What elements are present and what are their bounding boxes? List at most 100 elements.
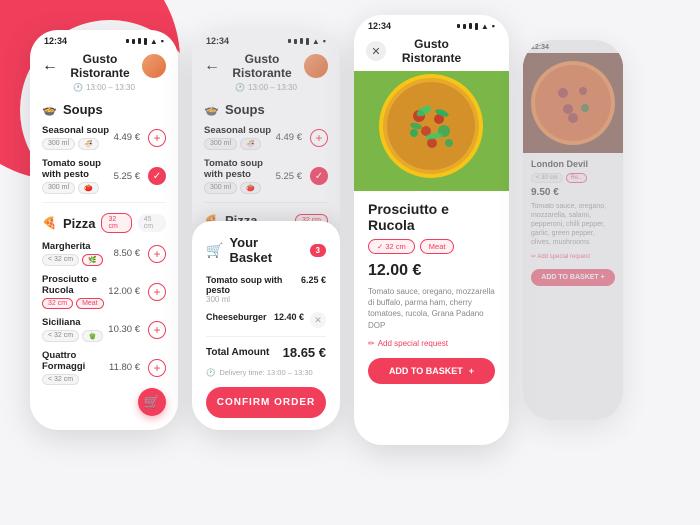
soup-2-2-check[interactable]: ✓ (310, 167, 328, 185)
soup-2-price: 5.25 € (114, 171, 140, 182)
back-button-1[interactable]: ← (42, 57, 58, 75)
soup-2-1-icon: 🍜 (240, 138, 261, 150)
signal-2-4 (306, 38, 309, 45)
status-icons-3: ▲ ▪ (457, 21, 495, 31)
divider-1 (42, 202, 166, 203)
signal-3-1 (457, 24, 460, 28)
clock-icon: 🕐 (206, 368, 215, 377)
product-sizes: ✓ 32 cm Meat (368, 239, 495, 254)
pizza-1-price: 8.50 € (114, 248, 140, 259)
battery-icon-2: ▪ (323, 36, 326, 46)
soups-icon: 🍲 (42, 103, 57, 117)
avatar-1 (142, 54, 166, 78)
wifi-icon-3: ▲ (481, 22, 489, 31)
pizza-1-info: Margherita ˂ 32 cm 🌿 (42, 241, 110, 266)
status-bar-2: 12:34 ▲ ▪ (192, 30, 340, 48)
phone-3: 12:34 ▲ ▪ ✕ Gusto Ristorante (354, 15, 509, 445)
pizza-title: Pizza (63, 216, 96, 231)
cart-fab[interactable]: 🛒 (138, 388, 166, 416)
restaurant-title-2: Gusto Ristorante (220, 52, 304, 80)
pizza-svg (354, 71, 509, 191)
wifi-icon-2: ▲ (312, 37, 320, 46)
app-header-1: ← Gusto Ristorante (30, 48, 178, 86)
soup-item-2-2: Tomato soup with pesto 300 ml 🍅 5.25 € ✓ (192, 154, 340, 198)
soup-2-check-button[interactable]: ✓ (148, 167, 166, 185)
phone-4-overlay (523, 40, 623, 420)
soup-2-info: Tomato soup with pesto 300 ml 🍅 (42, 158, 110, 194)
pizza-4-add-button[interactable]: + (148, 359, 166, 377)
soup-2-1-add[interactable]: + (310, 129, 328, 147)
pizza-2-price: 12.00 € (108, 286, 140, 297)
pizza-2-tags: 32 cm Meat (42, 298, 104, 309)
pizza-item-3: Siciliana ˂ 32 cm 🫑 10.30 € + (30, 313, 178, 346)
delivery-time-text: Delivery time: 13:00 – 13:30 (219, 368, 312, 377)
back-button-2[interactable]: ← (204, 57, 220, 75)
signal-4 (144, 38, 147, 45)
restaurant-title-3: Gusto Ristorante (386, 37, 477, 65)
soups-title: Soups (63, 102, 103, 117)
app-header-3: ✕ Gusto Ristorante (354, 33, 509, 71)
soup-2-1-info: Seasonal soup 300 ml 🍜 (204, 125, 272, 150)
product-price: 12.00 € (368, 262, 495, 280)
pizza-3-name: Siciliana (42, 317, 104, 328)
pizza-section-header: 🍕 Pizza 32 cm 45 cm (30, 207, 178, 237)
pizza-4-price: 11.80 € (109, 362, 140, 373)
size-pill-32[interactable]: ✓ 32 cm (368, 239, 415, 254)
soup-2-2-name: Tomato soup with pesto (204, 158, 272, 180)
add-to-basket-button[interactable]: ADD TO BASKET + (368, 358, 495, 384)
pizza-3-add-button[interactable]: + (148, 321, 166, 339)
pizza-3-info: Siciliana ˂ 32 cm 🫑 (42, 317, 104, 342)
size-pill-meat[interactable]: Meat (420, 239, 455, 254)
pizza-4-tags: ˂ 32 cm (42, 374, 105, 385)
soup-2-1-size: 300 ml (204, 138, 237, 150)
phone-4: 12:34 London Devil ˂ 30 cm Re.. 9.50 € T… (523, 40, 623, 420)
signal-1 (126, 39, 129, 43)
product-description: Tomato sauce, oregano, mozzarella di buf… (368, 286, 495, 331)
basket-item-1: Tomato soup with pesto 300 ml 6.25 € (206, 275, 326, 304)
signal-3-3 (469, 23, 472, 29)
signal-3-4 (475, 23, 478, 30)
basket-overlay: 🛒 Your Basket 3 Tomato soup with pesto 3… (192, 221, 340, 430)
confirm-order-button[interactable]: CONFIRM ORDER (206, 387, 326, 418)
basket-total-value: 18.65 € (283, 345, 326, 360)
time-2: 12:34 (206, 36, 229, 46)
pizza-1-add-button[interactable]: + (148, 245, 166, 263)
soup-1-add-button[interactable]: + (148, 129, 166, 147)
soup-2-1-name: Seasonal soup (204, 125, 272, 136)
soup-item-2-1: Seasonal soup 300 ml 🍜 4.49 € + (192, 121, 340, 154)
basket-item-1-info: Tomato soup with pesto 300 ml (206, 275, 295, 304)
basket-item-2-price: 12.40 € (274, 312, 304, 322)
soup-2-1-price: 4.49 € (276, 132, 302, 143)
product-detail-body: Prosciutto e Rucola ✓ 32 cm Meat 12.00 €… (354, 191, 509, 394)
special-request[interactable]: ✏ Add special request (368, 339, 495, 348)
soup-2-2-size: 300 ml (204, 182, 237, 194)
soup-2-size: 300 ml (42, 182, 75, 194)
pizza-size-selected: 32 cm (101, 213, 131, 233)
avatar-2 (304, 54, 328, 78)
basket-item-2-remove[interactable]: ✕ (310, 312, 326, 328)
status-bar-3: 12:34 ▲ ▪ (354, 15, 509, 33)
soup-2-tags: 300 ml 🍅 (42, 182, 110, 194)
soup-2-2-info: Tomato soup with pesto 300 ml 🍅 (204, 158, 272, 194)
signal-3 (138, 38, 141, 44)
basket-item-2-info: Cheeseburger (206, 312, 268, 322)
pizza-2-type: Meat (76, 298, 104, 309)
pizza-3-price: 10.30 € (108, 324, 140, 335)
soup-2-2-icon: 🍅 (240, 182, 261, 194)
soups-section-header-2: 🍲 Soups (192, 96, 340, 121)
pizza-2-info: Prosciutto e Rucola 32 cm Meat (42, 274, 104, 309)
soup-item-1: Seasonal soup 300 ml 🍜 4.49 € + (30, 121, 178, 154)
close-button-3[interactable]: ✕ (366, 41, 386, 61)
pizza-2-size: 32 cm (42, 298, 73, 309)
pizza-2-add-button[interactable]: + (148, 283, 166, 301)
soup-1-size: 300 ml (42, 138, 75, 150)
edit-icon: ✏ (368, 339, 375, 348)
status-icons-2: ▲ ▪ (288, 36, 326, 46)
basket-item-2: Cheeseburger 12.40 € ✕ (206, 312, 326, 328)
signal-2 (132, 39, 135, 44)
basket-icon: 🛒 (206, 242, 223, 259)
signal-2-1 (288, 39, 291, 43)
pizza-1-size: ˂ 32 cm (42, 254, 79, 266)
pizza-3-size: ˂ 32 cm (42, 330, 79, 342)
time-3: 12:34 (368, 21, 391, 31)
